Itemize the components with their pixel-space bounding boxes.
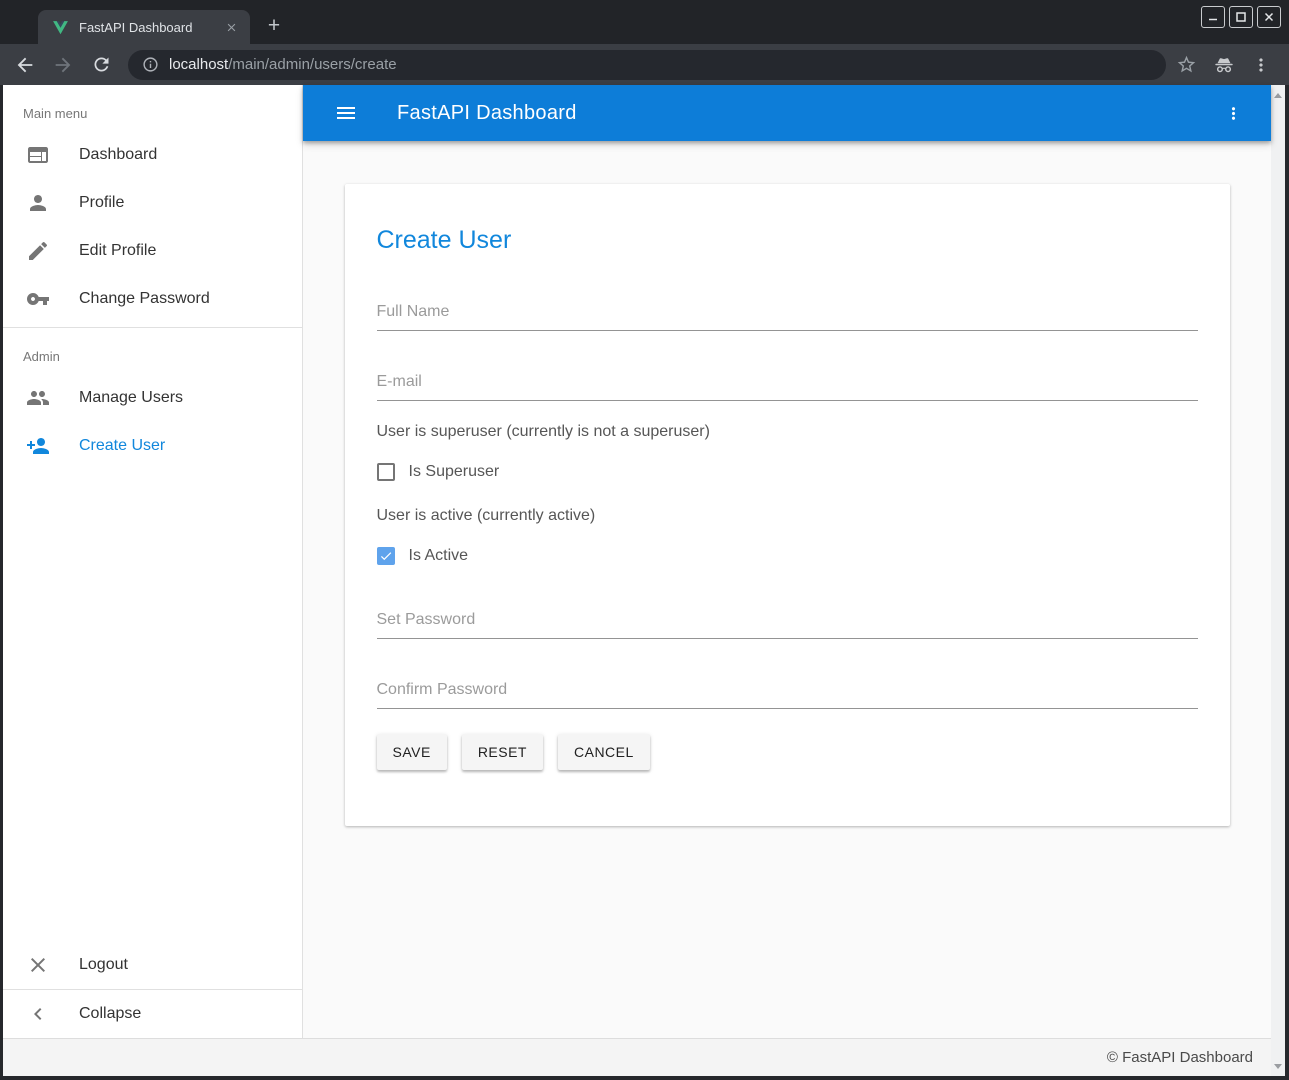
scrollbar-down-icon xyxy=(1274,1064,1282,1069)
key-icon xyxy=(26,287,50,311)
maximize-button[interactable] xyxy=(1229,6,1253,28)
sidebar-item-edit-profile[interactable]: Edit Profile xyxy=(3,227,302,275)
tab-close-icon[interactable] xyxy=(222,18,240,36)
window-close-icon xyxy=(1263,11,1275,23)
sidebar-item-change-password[interactable]: Change Password xyxy=(3,275,302,323)
sidebar-section-main-menu: Main menu xyxy=(3,85,302,131)
confirm-password-input[interactable] xyxy=(377,681,1198,709)
vue-logo-icon xyxy=(52,19,69,36)
hamburger-menu-button[interactable] xyxy=(328,95,364,131)
person-icon xyxy=(26,191,50,215)
app-bar-menu-button[interactable] xyxy=(1215,95,1251,131)
window-close-button[interactable] xyxy=(1257,6,1281,28)
superuser-checkbox-label: Is Superuser xyxy=(409,463,500,481)
page-title: Create User xyxy=(377,184,1198,255)
back-icon xyxy=(14,54,36,76)
tab-title: FastAPI Dashboard xyxy=(79,20,222,35)
collapse-chevron-left-icon xyxy=(26,1002,50,1026)
sidebar: Main menu Dashboard Profile Edit Profile xyxy=(3,85,303,1038)
app-bar-kebab-icon xyxy=(1224,104,1243,123)
new-tab-button[interactable]: + xyxy=(260,12,288,40)
scrollbar-up-button[interactable] xyxy=(1271,87,1285,103)
sidebar-item-collapse[interactable]: Collapse xyxy=(3,990,302,1038)
save-button[interactable]: SAVE xyxy=(377,734,447,770)
form-actions: SAVE RESET CANCEL xyxy=(377,734,1198,770)
reload-icon xyxy=(91,54,112,75)
minimize-button[interactable] xyxy=(1201,6,1225,28)
browser-tab[interactable]: FastAPI Dashboard xyxy=(38,10,250,44)
footer-copyright: © FastAPI Dashboard xyxy=(1107,1049,1253,1066)
active-checkbox-label: Is Active xyxy=(409,547,469,565)
dashboard-icon xyxy=(26,143,50,167)
bookmark-star-icon[interactable] xyxy=(1176,54,1197,75)
scrollbar-down-button[interactable] xyxy=(1271,1058,1285,1074)
browser-titlebar: FastAPI Dashboard + xyxy=(0,0,1289,44)
cancel-button[interactable]: CANCEL xyxy=(558,734,650,770)
app-bar-title: FastAPI Dashboard xyxy=(397,102,577,125)
logout-icon xyxy=(26,953,50,977)
full-name-field-wrap xyxy=(377,303,1198,331)
sidebar-item-profile[interactable]: Profile xyxy=(3,179,302,227)
email-field-wrap xyxy=(377,373,1198,401)
reload-button[interactable] xyxy=(88,52,114,78)
browser-toolbar: localhost/main/admin/users/create xyxy=(0,44,1289,85)
maximize-icon xyxy=(1235,11,1247,23)
active-checkbox[interactable] xyxy=(377,547,395,565)
url-text: localhost/main/admin/users/create xyxy=(169,56,397,73)
forward-button[interactable] xyxy=(50,52,76,78)
person-add-icon xyxy=(26,434,50,458)
superuser-hint: User is superuser (currently is not a su… xyxy=(377,423,1198,441)
main-content: Create User User is superuser (currently… xyxy=(303,141,1271,1038)
set-password-input[interactable] xyxy=(377,611,1198,639)
set-password-field-wrap xyxy=(377,611,1198,639)
check-icon xyxy=(379,549,393,563)
sidebar-section-admin: Admin xyxy=(3,328,302,374)
page-scrollbar[interactable] xyxy=(1271,85,1285,1076)
sidebar-item-create-user[interactable]: Create User xyxy=(3,422,302,470)
hamburger-icon xyxy=(334,101,358,125)
info-icon xyxy=(142,56,159,73)
confirm-password-field-wrap xyxy=(377,681,1198,709)
sidebar-item-dashboard[interactable]: Dashboard xyxy=(3,131,302,179)
sidebar-spacer xyxy=(3,470,302,941)
scrollbar-up-icon xyxy=(1274,93,1282,98)
email-input[interactable] xyxy=(377,373,1198,401)
full-name-input[interactable] xyxy=(377,303,1198,331)
active-checkbox-row[interactable]: Is Active xyxy=(377,547,1198,565)
sidebar-item-logout[interactable]: Logout xyxy=(3,941,302,989)
sidebar-item-manage-users[interactable]: Manage Users xyxy=(3,374,302,422)
app-bar: FastAPI Dashboard xyxy=(303,85,1271,141)
active-hint: User is active (currently active) xyxy=(377,507,1198,525)
reset-button[interactable]: RESET xyxy=(462,734,543,770)
edit-icon xyxy=(26,239,50,263)
window-controls xyxy=(1201,6,1281,28)
page-footer: © FastAPI Dashboard xyxy=(3,1038,1271,1076)
superuser-checkbox-row[interactable]: Is Superuser xyxy=(377,463,1198,481)
browser-menu-icon[interactable] xyxy=(1251,55,1271,75)
create-user-card: Create User User is superuser (currently… xyxy=(345,184,1230,826)
superuser-checkbox[interactable] xyxy=(377,463,395,481)
web-page: Main menu Dashboard Profile Edit Profile xyxy=(3,85,1285,1076)
forward-icon xyxy=(52,54,74,76)
back-button[interactable] xyxy=(12,52,38,78)
browser-window: FastAPI Dashboard + xyxy=(0,0,1289,1080)
address-bar[interactable]: localhost/main/admin/users/create xyxy=(128,50,1166,80)
minimize-icon xyxy=(1207,11,1219,23)
people-icon xyxy=(26,386,50,410)
incognito-icon xyxy=(1213,54,1235,76)
